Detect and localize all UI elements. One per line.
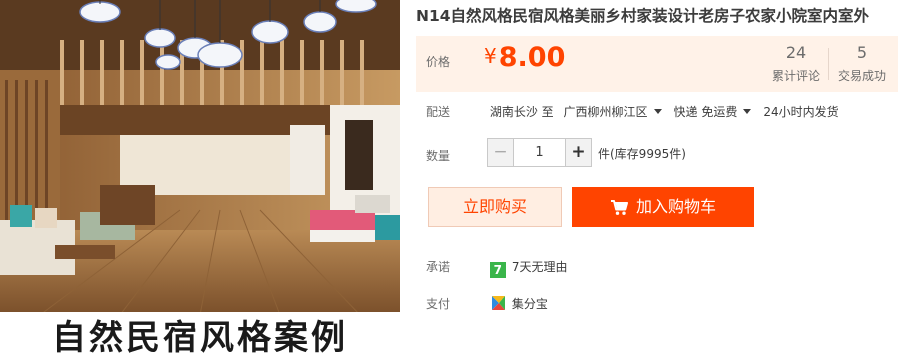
price-label: 价格 [426,55,451,69]
promise-label: 承诺 [426,260,451,274]
price-value: ¥8.00 [484,42,565,73]
delivery-row: 配送 湖南长沙 至 广西柳州柳江区 快递 免运费 24小时内发货 [416,103,839,120]
shopping-cart-icon [610,200,628,215]
stat-transactions-label: 交易成功 [837,69,886,83]
quantity-decrease-button[interactable]: − [487,138,514,167]
image-caption: 自然民宿风格案例 [0,312,400,363]
stat-reviews[interactable]: 24 累计评论 [768,44,824,84]
dispatch-time: 24小时内发货 [763,105,839,119]
chevron-down-icon[interactable] [653,109,662,114]
quantity-input[interactable]: 1 [514,138,565,167]
quantity-row: 数量 [416,147,486,164]
quantity-stepper: − 1 + [487,138,592,167]
product-image[interactable]: 自然民宿风格案例 [0,0,400,363]
stock-info: 件(库存9995件) [598,147,686,161]
promise-text[interactable]: 7天无理由 [512,260,568,274]
quantity-label: 数量 [426,149,451,163]
add-to-cart-label: 加入购物车 [635,197,716,216]
price-panel: 价格 ¥8.00 24 累计评论 5 交易成功 [416,36,898,92]
stat-divider [828,48,829,80]
jifenbao-icon [491,296,505,310]
seven-day-return-icon: 7 [489,262,506,278]
quantity-increase-button[interactable]: + [565,138,592,167]
stat-reviews-number: 24 [785,43,807,62]
product-title: N14自然风格民宿风格美丽乡村家装设计老房子农家小院室内室外 [416,7,870,25]
promise-row: 承诺 7 7天无理由 [416,258,567,278]
stat-transactions: 5 交易成功 [834,44,890,84]
chevron-down-icon[interactable] [743,109,752,114]
currency-symbol: ¥ [484,44,497,68]
delivery-from: 湖南长沙 至 [489,105,554,119]
add-to-cart-button[interactable]: 加入购物车 [572,187,754,227]
shipping-method[interactable]: 快递 免运费 [674,105,738,119]
payment-row: 支付 集分宝 [416,295,548,312]
delivery-destination[interactable]: 广西柳州柳江区 [563,105,647,119]
price-number: 8.00 [498,42,566,73]
delivery-label: 配送 [426,105,451,119]
interior-photo-illustration [0,0,400,363]
stat-transactions-number: 5 [856,43,868,62]
stat-reviews-label: 累计评论 [771,69,820,83]
payment-text: 集分宝 [511,297,548,311]
buy-now-button[interactable]: 立即购买 [428,187,562,227]
payment-label: 支付 [426,297,451,311]
